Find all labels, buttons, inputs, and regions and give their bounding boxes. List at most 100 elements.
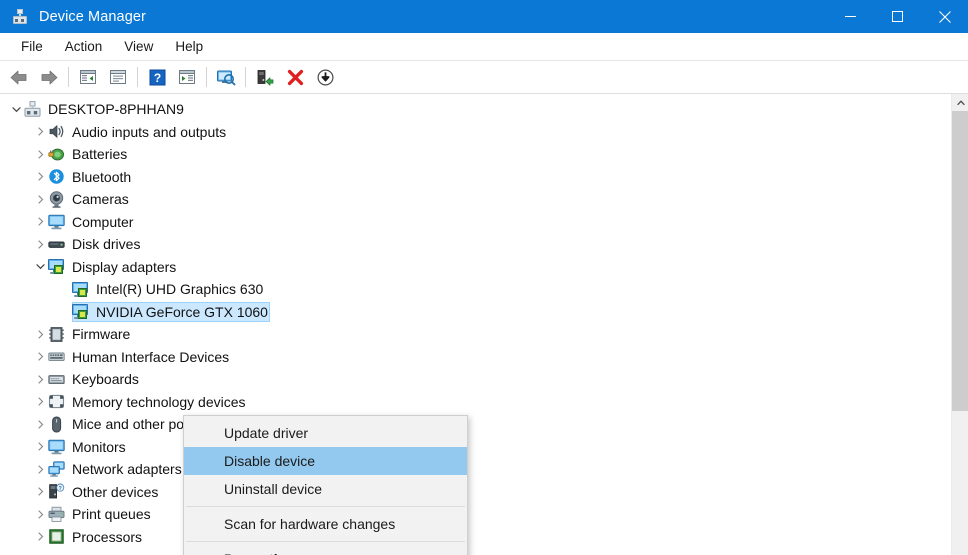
computer-icon (48, 213, 65, 230)
show-hide-action-pane-icon (179, 70, 195, 84)
tree-item-processors[interactable]: Processors (0, 526, 951, 549)
show-hide-action-pane-button[interactable] (172, 63, 202, 91)
menu-view[interactable]: View (113, 36, 164, 57)
tree-item-intel-uhd-graphics-630[interactable]: Intel(R) UHD Graphics 630 (0, 278, 951, 301)
tree-item-bluetooth[interactable]: Bluetooth (0, 166, 951, 189)
tree-item-other-devices[interactable]: ? Other devices (0, 481, 951, 504)
mouse-icon (48, 416, 65, 433)
menu-help[interactable]: Help (164, 36, 214, 57)
chevron-down-icon[interactable] (8, 101, 24, 117)
chevron-right-icon[interactable] (32, 484, 48, 500)
chevron-right-icon[interactable] (32, 529, 48, 545)
computer-root-icon (24, 100, 41, 118)
context-menu: Update driver Disable device Uninstall d… (183, 415, 468, 555)
tree-item-human-interface-devices[interactable]: Human Interface Devices (0, 346, 951, 369)
device-manager-icon (12, 8, 28, 25)
chevron-right-icon[interactable] (32, 416, 48, 432)
help-icon: ? (149, 69, 165, 85)
menu-file[interactable]: File (10, 36, 54, 57)
back-button[interactable] (4, 63, 34, 91)
scroll-thumb[interactable] (952, 111, 968, 411)
close-button[interactable] (921, 0, 968, 33)
window-title: Device Manager (39, 8, 146, 25)
printer-icon (48, 506, 65, 523)
tree-item-memory-technology-devices[interactable]: Memory technology devices (0, 391, 951, 414)
context-menu-item-disable-device[interactable]: Disable device (184, 447, 467, 475)
chevron-right-icon[interactable] (32, 191, 48, 207)
tree-item-label: Keyboards (72, 371, 139, 388)
chevron-right-icon[interactable] (32, 124, 48, 140)
scan-for-hardware-changes-icon (316, 68, 334, 86)
menu-action[interactable]: Action (54, 36, 114, 57)
update-driver-button[interactable] (211, 63, 241, 91)
properties-window-button[interactable] (103, 63, 133, 91)
forward-button[interactable] (34, 63, 64, 91)
context-menu-item-properties[interactable]: Properties (184, 545, 467, 555)
disk-drive-icon (48, 236, 65, 253)
speaker-icon (48, 123, 65, 140)
context-menu-item-update-driver[interactable]: Update driver (184, 419, 467, 447)
tree-item-firmware[interactable]: Firmware (0, 323, 951, 346)
vertical-scrollbar[interactable] (951, 94, 968, 555)
svg-text:?: ? (153, 71, 160, 85)
minimize-icon (845, 16, 856, 17)
chevron-right-icon[interactable] (32, 439, 48, 455)
context-menu-item-scan-for-hardware-changes[interactable]: Scan for hardware changes (184, 510, 467, 538)
window-controls (827, 0, 968, 33)
tree-item-batteries[interactable]: Batteries (0, 143, 951, 166)
toolbar-separator (68, 67, 69, 87)
context-menu-separator (186, 506, 465, 507)
tree-item-label: NVIDIA GeForce GTX 1060 (96, 303, 268, 320)
tree-item-display-adapters[interactable]: Display adapters (0, 256, 951, 279)
chevron-right-icon[interactable] (32, 169, 48, 185)
title-bar: Device Manager (0, 0, 968, 33)
chevron-right-icon[interactable] (32, 214, 48, 230)
tree-item-monitors[interactable]: Monitors (0, 436, 951, 459)
chevron-right-icon[interactable] (32, 461, 48, 477)
toolbar-separator (245, 67, 246, 87)
chevron-right-icon[interactable] (32, 236, 48, 252)
chevron-right-icon[interactable] (32, 506, 48, 522)
scan-for-hardware-changes-button[interactable] (310, 63, 340, 91)
tree-item-label: Batteries (72, 146, 128, 163)
monitor-icon (48, 438, 65, 455)
minimize-button[interactable] (827, 0, 874, 33)
show-hide-console-tree-button[interactable] (73, 63, 103, 91)
chevron-right-icon[interactable] (32, 394, 48, 410)
network-adapter-icon (48, 461, 65, 478)
chevron-right-icon[interactable] (32, 146, 48, 162)
scroll-up-button[interactable] (952, 94, 968, 111)
tree-item-cameras[interactable]: Cameras (0, 188, 951, 211)
device-tree-pane: DESKTOP-8PHHAN9 Audio inputs and outputs… (0, 94, 968, 555)
tree-item-mice-and-other-pointing-devices[interactable]: Mice and other pointing devices (0, 413, 951, 436)
uninstall-device-button[interactable] (250, 63, 280, 91)
chevron-right-icon[interactable] (32, 371, 48, 387)
tree-item-computer[interactable]: Computer (0, 211, 951, 234)
tree-item-label: Intel(R) UHD Graphics 630 (96, 281, 264, 298)
maximize-button[interactable] (874, 0, 921, 33)
context-menu-item-uninstall-device[interactable]: Uninstall device (184, 475, 467, 503)
tree-item-label: Disk drives (72, 236, 141, 253)
chevron-right-icon[interactable] (32, 326, 48, 342)
tree-item-network-adapters[interactable]: Network adapters (0, 458, 951, 481)
tree-item-disk-drives[interactable]: Disk drives (0, 233, 951, 256)
display-adapter-icon (48, 258, 65, 275)
show-hide-console-tree-icon (80, 70, 96, 84)
tree-item-keyboards[interactable]: Keyboards (0, 368, 951, 391)
tree-item-label: Cameras (72, 191, 129, 208)
chevron-down-icon[interactable] (32, 259, 48, 275)
tree-item-label: DESKTOP-8PHHAN9 (48, 101, 184, 118)
disable-device-button[interactable] (280, 63, 310, 91)
tree-item-audio-inputs-and-outputs[interactable]: Audio inputs and outputs (0, 121, 951, 144)
tree-item-print-queues[interactable]: Print queues (0, 503, 951, 526)
help-button[interactable]: ? (142, 63, 172, 91)
hid-icon (48, 348, 65, 365)
svg-text:?: ? (59, 486, 62, 492)
tree-item-root[interactable]: DESKTOP-8PHHAN9 (0, 98, 951, 121)
chevron-right-icon[interactable] (32, 349, 48, 365)
device-manager-window: Device Manager File Action View Help ? D… (0, 0, 968, 555)
tree-item-label: Network adapters (72, 461, 182, 478)
tree-item-nvidia-geforce-gtx-1060[interactable]: NVIDIA GeForce GTX 1060 (0, 301, 951, 324)
tree-item-label: Firmware (72, 326, 131, 343)
tree-item-label: Computer (72, 213, 134, 230)
